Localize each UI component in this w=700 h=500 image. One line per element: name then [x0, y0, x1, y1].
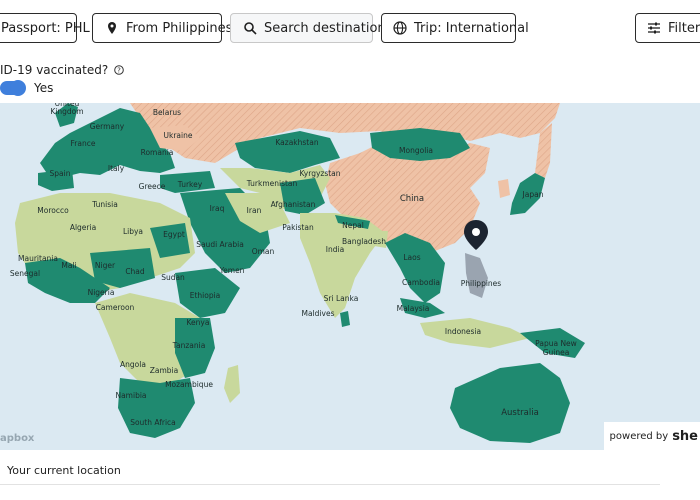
location-pin-icon	[105, 21, 119, 35]
country-label: Libya	[123, 227, 143, 236]
filters-label: Filters	[668, 20, 700, 36]
country-label: France	[71, 139, 96, 148]
country-label: Romania	[141, 148, 174, 157]
country-label: Mali	[61, 261, 76, 270]
country-label: Yemen	[219, 266, 245, 275]
country-label: Cameroon	[96, 303, 135, 312]
country-label: Tanzania	[172, 341, 206, 350]
map-svg: UnitedKingdom BelarusGermanyUkraineKazakh…	[10, 103, 585, 443]
footer-divider	[0, 484, 660, 485]
country-label: Bangladesh	[342, 237, 386, 246]
filters-button[interactable]: Filters	[635, 13, 700, 43]
country-label: Chad	[125, 267, 145, 276]
vaccination-answer: Yes	[34, 81, 54, 95]
philippines-region	[465, 253, 488, 298]
trip-type-label: Trip: International	[414, 20, 529, 36]
powered-by-text: powered by	[609, 430, 669, 442]
korea-region	[498, 179, 510, 198]
country-label: Papua New	[535, 339, 577, 348]
country-label: Namibia	[115, 391, 146, 400]
country-label: Sudan	[161, 273, 185, 282]
sri-lanka-region	[340, 311, 350, 327]
trip-type-button[interactable]: Trip: International	[381, 13, 529, 43]
country-label: Mozambique	[165, 380, 213, 389]
from-country-label: From Philippines	[126, 20, 233, 36]
sliders-icon	[647, 21, 661, 35]
country-label: Germany	[90, 122, 125, 131]
vaccination-question: ID-19 vaccinated? ?	[0, 63, 125, 77]
country-label: Turkey	[177, 180, 203, 189]
country-label: Ukraine	[164, 131, 193, 140]
country-label: Kenya	[187, 318, 210, 327]
country-label: Australia	[501, 408, 539, 418]
search-icon	[243, 21, 257, 35]
country-label: Iraq	[210, 204, 225, 213]
country-label: Iran	[247, 206, 262, 215]
country-label: Afghanistan	[271, 200, 316, 209]
russia-region	[130, 103, 560, 163]
help-icon[interactable]: ?	[114, 65, 125, 75]
location-pin-marker	[464, 220, 488, 250]
country-label: Algeria	[70, 223, 96, 232]
visa-map[interactable]: United Kingdom Belarus Germany Ukraine Kazakh…	[0, 103, 700, 450]
map-attribution: apbox	[0, 433, 35, 444]
country-label: Angola	[120, 360, 146, 369]
country-label: Kingdom	[50, 107, 83, 116]
country-label: Italy	[108, 164, 125, 173]
country-label: Tunisia	[91, 200, 118, 209]
country-label: Greece	[139, 182, 166, 191]
current-location-label: Your current location	[7, 464, 121, 477]
country-label: Maldives	[302, 309, 335, 318]
country-label: Kyrgyzstan	[299, 169, 340, 178]
country-label: Philippines	[461, 279, 502, 288]
from-country-button[interactable]: From Philippines	[92, 13, 232, 43]
country-label: Mauritania	[18, 254, 58, 263]
country-label: Pakistan	[282, 223, 314, 232]
country-label: Saudi Arabia	[196, 240, 244, 249]
toggle-knob	[10, 80, 26, 96]
country-label: Morocco	[37, 206, 69, 215]
country-label: Mongolia	[399, 146, 433, 155]
country-label: Nigeria	[88, 288, 115, 297]
brand-name: she	[672, 428, 698, 444]
vaccination-toggle[interactable]	[0, 80, 26, 96]
toolbar: Passport: PHL From Philippines Search de…	[0, 13, 700, 45]
country-label: Belarus	[153, 108, 181, 117]
country-label: Turkmenistan	[246, 179, 298, 188]
country-label: Nepal	[342, 221, 364, 230]
vaccination-question-text: ID-19 vaccinated?	[0, 63, 109, 77]
australia-region	[450, 363, 570, 443]
country-label: Oman	[252, 247, 275, 256]
country-label: Japan	[522, 190, 544, 199]
search-destination-button[interactable]: Search destination	[230, 13, 386, 43]
country-label: Kazakhstan	[275, 138, 318, 147]
country-label: China	[400, 194, 424, 204]
country-label: Malaysia	[397, 304, 430, 313]
country-label: Cambodia	[402, 278, 440, 287]
country-label: Ethiopia	[190, 291, 221, 300]
country-label: Guinea	[543, 348, 570, 357]
country-label: Senegal	[10, 269, 40, 278]
svg-text:?: ?	[117, 67, 121, 75]
country-label: India	[326, 245, 344, 254]
globe-icon	[393, 21, 407, 35]
passport-button[interactable]: Passport: PHL	[0, 13, 90, 43]
country-label: Indonesia	[445, 327, 481, 336]
madagascar-region	[224, 365, 240, 403]
country-label: Egypt	[163, 230, 185, 239]
passport-label: Passport: PHL	[1, 20, 90, 36]
country-label: South Africa	[130, 418, 176, 427]
country-label: Laos	[403, 253, 420, 262]
country-label: Sri Lanka	[324, 294, 359, 303]
powered-by-badge[interactable]: powered by she	[603, 422, 700, 450]
country-label: Spain	[50, 169, 71, 178]
country-label: Niger	[95, 261, 116, 270]
country-label: Zambia	[150, 366, 178, 375]
search-destination-label: Search destination	[264, 20, 386, 36]
